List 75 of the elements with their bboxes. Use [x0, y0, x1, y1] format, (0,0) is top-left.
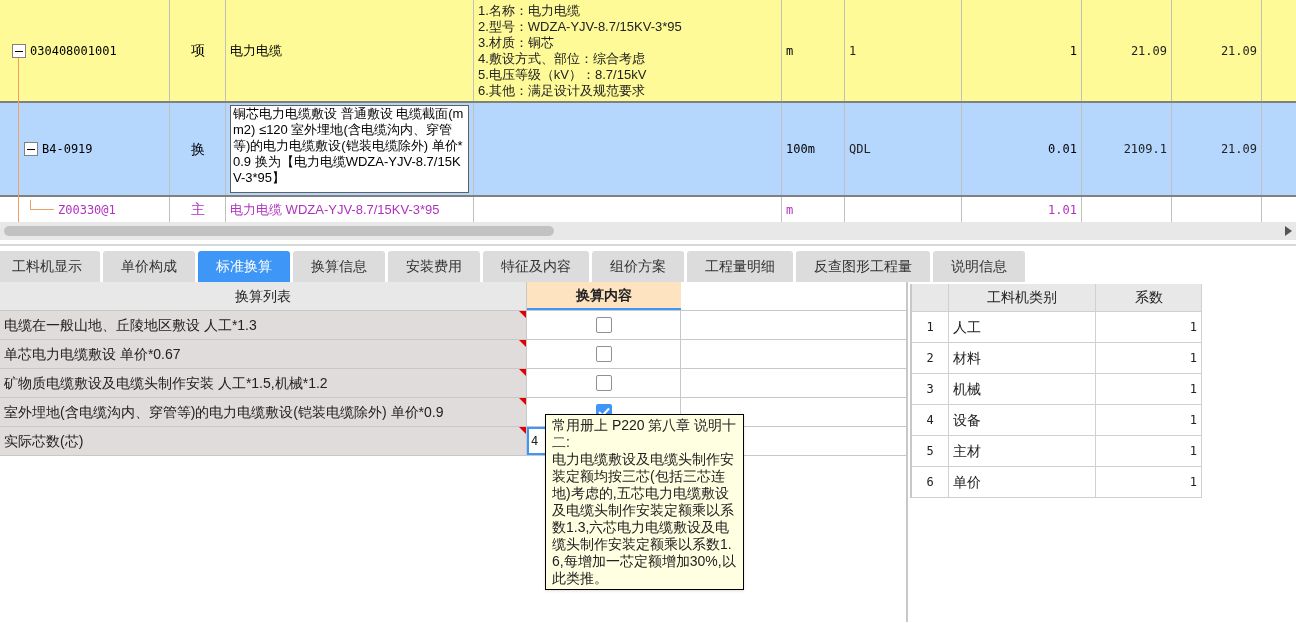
- name-cell: 电力电缆: [230, 42, 282, 59]
- conversion-label: 矿物质电缆敷设及电缆头制作安装 人工*1.5,机械*1.2: [4, 373, 328, 393]
- row-number: 5: [912, 436, 949, 466]
- tab[interactable]: 组价方案: [592, 251, 684, 282]
- category-cell: 机械: [949, 374, 1096, 404]
- row-number: 4: [912, 405, 949, 435]
- name-cell: 电力电缆 WDZA-YJV-8.7/15KV-3*95: [230, 201, 440, 218]
- column-header: 换算列表: [0, 282, 527, 310]
- tab[interactable]: 换算信息: [293, 251, 385, 282]
- tab[interactable]: 反查图形工程量: [796, 251, 930, 282]
- type-cell-text: 主: [190, 200, 205, 219]
- conversion-label: 实际芯数(芯): [4, 431, 84, 451]
- category-cell: 人工: [949, 312, 1096, 342]
- tab[interactable]: 工程量明细: [687, 251, 793, 282]
- category-cell: 主材: [949, 436, 1096, 466]
- coefficient-cell: 1: [1096, 374, 1202, 404]
- tab[interactable]: 说明信息: [933, 251, 1025, 282]
- column-header: 换算内容: [527, 282, 681, 310]
- tab[interactable]: 特征及内容: [483, 251, 589, 282]
- row-number: 6: [912, 467, 949, 497]
- expression-cell-text: QDL: [849, 141, 871, 158]
- unit-cell-text: m: [786, 42, 794, 60]
- coefficient-cell: 1: [1096, 312, 1202, 342]
- feature-line: 1.名称：电力电缆: [478, 2, 580, 19]
- column-header: 系数: [1096, 284, 1202, 311]
- code-cell-text: 030408001001: [30, 42, 117, 60]
- category-cell: 设备: [949, 405, 1096, 435]
- code-cell-text: Z00330@1: [58, 201, 116, 219]
- tooltip-heading: 常用册上 P220 第八章 说明十二:: [552, 417, 737, 451]
- category-cell: 单价: [949, 467, 1096, 497]
- coefficient-cell: 1: [1096, 436, 1202, 466]
- row-number: 2: [912, 343, 949, 373]
- grid-row[interactable]: B4-0919 换 铜芯电力电缆敷设 普通敷设 电缆截面(mm2) ≤120 室外埋地(含电缆沟内、穿管等)的电力电缆敷设(铠装电缆除外) 单价*0.9 换为【电力电缆WDZA-YJV-8.7/15KV-3*95】 100m QDL 0.01 2109.1 21.09: [0, 103, 1296, 197]
- checkbox[interactable]: [595, 317, 612, 333]
- expression-cell-text: 1: [849, 42, 857, 60]
- tab[interactable]: 工料机显示: [0, 251, 100, 282]
- feature-line: 6.其他：满足设计及规范要求: [478, 82, 645, 99]
- feature-line: 3.材质：铜芯: [478, 34, 554, 51]
- checkbox[interactable]: [595, 346, 612, 362]
- total-cell-text: 21.09: [1220, 42, 1257, 60]
- quantity-cell-text: 1: [1069, 42, 1077, 60]
- grid-row[interactable]: 030408001001 项 电力电缆 1.名称：电力电缆 2.型号：WDZA-YJV-8.7/15KV-3*95 3.材质：铜芯 4.敷设方式、部位：综合考虑 5.电压等级（kV）：8.7/15kV 6.其他：满足设计及规范要求 m 1 1 21.09 21.09: [0, 0, 1296, 103]
- type-cell-text: 换: [190, 139, 205, 159]
- quantity-cell-text: 0.01: [1048, 141, 1077, 158]
- name-cell: 铜芯电力电缆敷设 普通敷设 电缆截面(mm2) ≤120 室外埋地(含电缆沟内、穿管等)的电力电缆敷设(铠装电缆除外) 单价*0.9 换为【电力电缆WDZA-YJV-8.7/15KV-3*95】: [230, 105, 469, 193]
- horizontal-scrollbar[interactable]: [0, 222, 1296, 240]
- tab[interactable]: 安装费用: [388, 251, 480, 282]
- feature-line: 2.型号：WDZA-YJV-8.7/15KV-3*95: [478, 18, 682, 35]
- checkbox[interactable]: [595, 375, 612, 391]
- coefficient-cell: 1: [1096, 405, 1202, 435]
- unit-cell-text: m: [786, 201, 794, 219]
- unit-price-cell-text: 21.09: [1130, 42, 1167, 60]
- conversion-label: 单芯电力电缆敷设 单价*0.67: [4, 344, 181, 364]
- unit-cell-text: 100m: [786, 141, 815, 158]
- scroll-right-icon[interactable]: [1285, 226, 1292, 236]
- coefficient-cell: 1: [1096, 467, 1202, 497]
- quantity-cell-text: 1.01: [1048, 201, 1077, 219]
- conversion-label: 室外埋地(含电缆沟内、穿管等)的电力电缆敷设(铠装电缆除外) 单价*0.9: [4, 402, 444, 422]
- collapse-icon[interactable]: [12, 43, 26, 58]
- coefficient-cell: 1: [1096, 343, 1202, 373]
- type-cell-text: 项: [190, 41, 205, 60]
- column-header: 工料机类别: [949, 284, 1096, 311]
- tab[interactable]: 单价构成: [103, 251, 195, 282]
- code-cell-text: B4-0919: [42, 141, 93, 158]
- collapse-icon[interactable]: [24, 142, 38, 156]
- row-number: 1: [912, 312, 949, 342]
- total-cell-text: 21.09: [1220, 141, 1257, 158]
- category-cell: 材料: [949, 343, 1096, 373]
- feature-line: 4.敷设方式、部位：综合考虑: [478, 50, 645, 67]
- tree-line: [30, 199, 54, 210]
- feature-line: 5.电压等级（kV）：8.7/15kV: [478, 66, 647, 83]
- tooltip-text: 电力电缆敷设及电缆头制作安装定额均按三芯(包括三芯连地)考虑的,五芯电力电缆敷设及电缆头制作安装定额乘以系数1.3,六芯电力电缆敷设及电缆头制作安装定额乘以系数1.6,每增加一芯定额增加30%,以此类推。: [552, 451, 737, 587]
- conversion-label: 电缆在一般山地、丘陵地区敷设 人工*1.3: [4, 315, 257, 335]
- row-number: 3: [912, 374, 949, 404]
- unit-price-cell-text: 2109.1: [1123, 141, 1167, 158]
